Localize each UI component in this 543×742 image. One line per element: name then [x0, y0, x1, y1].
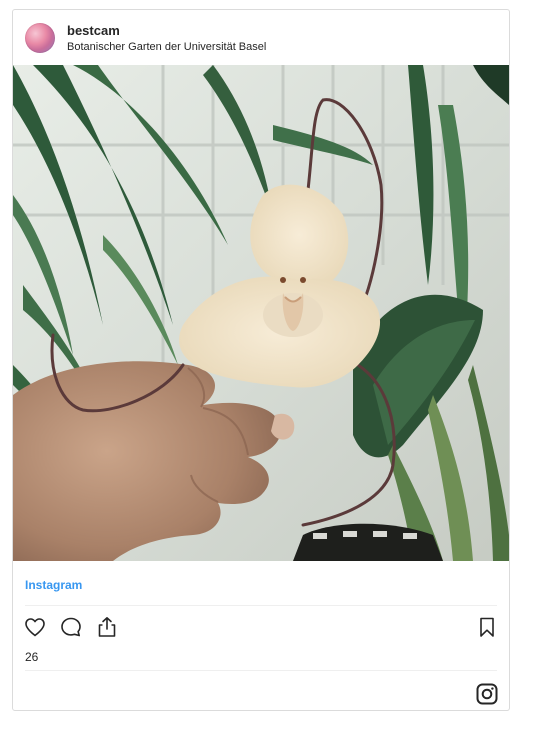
action-bar	[13, 613, 509, 643]
divider	[25, 605, 497, 606]
share-icon[interactable]	[93, 613, 121, 641]
post-header: bestcam Botanischer Garten der Universit…	[13, 10, 509, 65]
comment-icon[interactable]	[57, 613, 85, 641]
location[interactable]: Botanischer Garten der Universität Basel	[67, 41, 266, 53]
avatar[interactable]	[25, 23, 55, 53]
divider	[25, 670, 497, 671]
username[interactable]: bestcam	[67, 23, 120, 38]
heart-icon[interactable]	[21, 613, 49, 641]
bookmark-icon[interactable]	[473, 613, 501, 641]
instagram-logo-icon[interactable]	[475, 682, 499, 706]
instagram-embed-card: bestcam Botanischer Garten der Universit…	[12, 9, 510, 711]
view-on-instagram-link[interactable]: Instagram	[25, 578, 82, 592]
post-photo[interactable]	[13, 65, 509, 561]
likes-count: 26	[25, 650, 39, 664]
